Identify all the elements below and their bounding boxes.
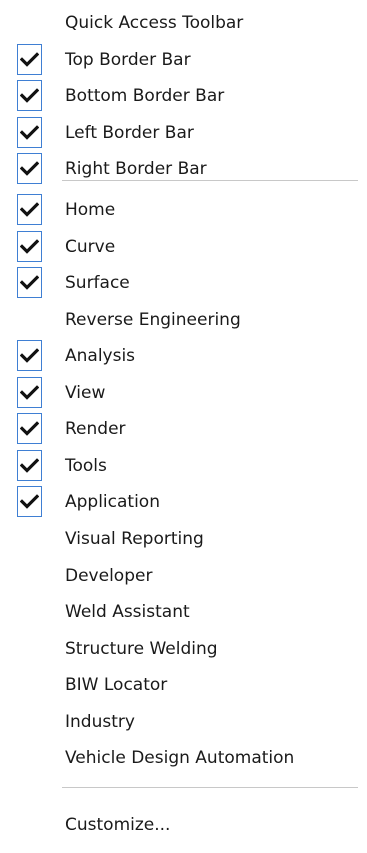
menu-item-customize[interactable]: Customize... [0, 807, 367, 843]
menu-item-visual-reporting[interactable]: Visual Reporting [0, 521, 367, 557]
menu-item-view[interactable]: View [0, 375, 367, 411]
menu-item-label: Right Border Bar [65, 159, 207, 180]
checkmark-icon [20, 275, 39, 290]
menu-item-structure-welding[interactable]: Structure Welding [0, 631, 367, 667]
menu-item-label: Weld Assistant [65, 602, 190, 623]
menu-item-analysis[interactable]: Analysis [0, 338, 367, 374]
menu-item-label: Customize... [65, 815, 171, 835]
check-box [17, 376, 42, 408]
checkmark-icon [20, 494, 39, 510]
menu-item-label: BIW Locator [65, 675, 168, 696]
menu-item-label: Visual Reporting [65, 528, 204, 549]
menu-item-label: Render [65, 419, 126, 440]
menu-item-label: Tools [65, 455, 107, 476]
menu-item-label: Home [65, 200, 116, 220]
checkmark-icon [20, 88, 39, 103]
menu-item-home[interactable]: Home [0, 192, 367, 228]
checkmark-icon [20, 161, 39, 176]
check-box [17, 153, 42, 185]
check-box [17, 230, 42, 262]
checkmark-icon [20, 458, 39, 473]
menu-item-biw-locator[interactable]: BIW Locator [0, 667, 367, 703]
menu-separator [62, 180, 358, 181]
menu-item-weld-assistant[interactable]: Weld Assistant [0, 594, 367, 630]
menu-item-label: Top Border Bar [65, 49, 191, 70]
menu-item-label: Developer [65, 565, 153, 586]
toolbar-context-menu: Quick Access Toolbar Top Border Bar Bottom… [0, 0, 367, 853]
menu-item-right-border-bar[interactable]: Right Border Bar [0, 151, 367, 187]
checkmark-icon [20, 421, 39, 437]
menu-item-label: Application [65, 492, 160, 513]
menu-item-label: Quick Access Toolbar [65, 13, 244, 33]
checkmark-icon [20, 51, 39, 67]
menu-item-label: View [65, 382, 106, 403]
menu-item-top-border-bar[interactable]: Top Border Bar [0, 42, 367, 78]
check-box [17, 413, 42, 445]
menu-item-bottom-border-bar[interactable]: Bottom Border Bar [0, 78, 367, 114]
menu-item-curve[interactable]: Curve [0, 229, 367, 265]
menu-item-reverse-engineering[interactable]: Reverse Engineering [0, 302, 367, 338]
menu-item-quick-access-toolbar[interactable]: Quick Access Toolbar [0, 5, 367, 41]
menu-item-application[interactable]: Application [0, 484, 367, 520]
check-box [17, 267, 42, 299]
check-box [17, 449, 42, 481]
menu-item-surface[interactable]: Surface [0, 265, 367, 301]
check-box [17, 486, 42, 518]
check-box [17, 116, 42, 148]
checkmark-icon [20, 348, 39, 363]
menu-item-left-border-bar[interactable]: Left Border Bar [0, 115, 367, 151]
checkmark-icon [20, 124, 39, 140]
menu-item-label: Structure Welding [65, 638, 218, 659]
menu-item-render[interactable]: Render [0, 411, 367, 447]
menu-item-label: Vehicle Design Automation [65, 748, 295, 769]
menu-item-label: Industry [65, 711, 135, 732]
check-box [17, 43, 42, 75]
checkmark-icon [20, 238, 39, 254]
menu-item-label: Reverse Engineering [65, 309, 241, 330]
menu-item-label: Left Border Bar [65, 122, 194, 143]
checkmark-icon [20, 202, 39, 217]
check-box [17, 194, 42, 225]
menu-item-industry[interactable]: Industry [0, 704, 367, 740]
menu-item-developer[interactable]: Developer [0, 558, 367, 594]
menu-separator [62, 787, 358, 788]
menu-item-label: Analysis [65, 346, 136, 367]
menu-item-label: Curve [65, 236, 116, 257]
menu-item-vehicle-design-automation[interactable]: Vehicle Design Automation [0, 740, 367, 776]
check-box [17, 80, 42, 112]
menu-item-label: Surface [65, 273, 130, 294]
checkmark-icon [20, 384, 39, 400]
menu-item-tools[interactable]: Tools [0, 448, 367, 484]
check-box [17, 340, 42, 372]
menu-item-label: Bottom Border Bar [65, 86, 225, 107]
